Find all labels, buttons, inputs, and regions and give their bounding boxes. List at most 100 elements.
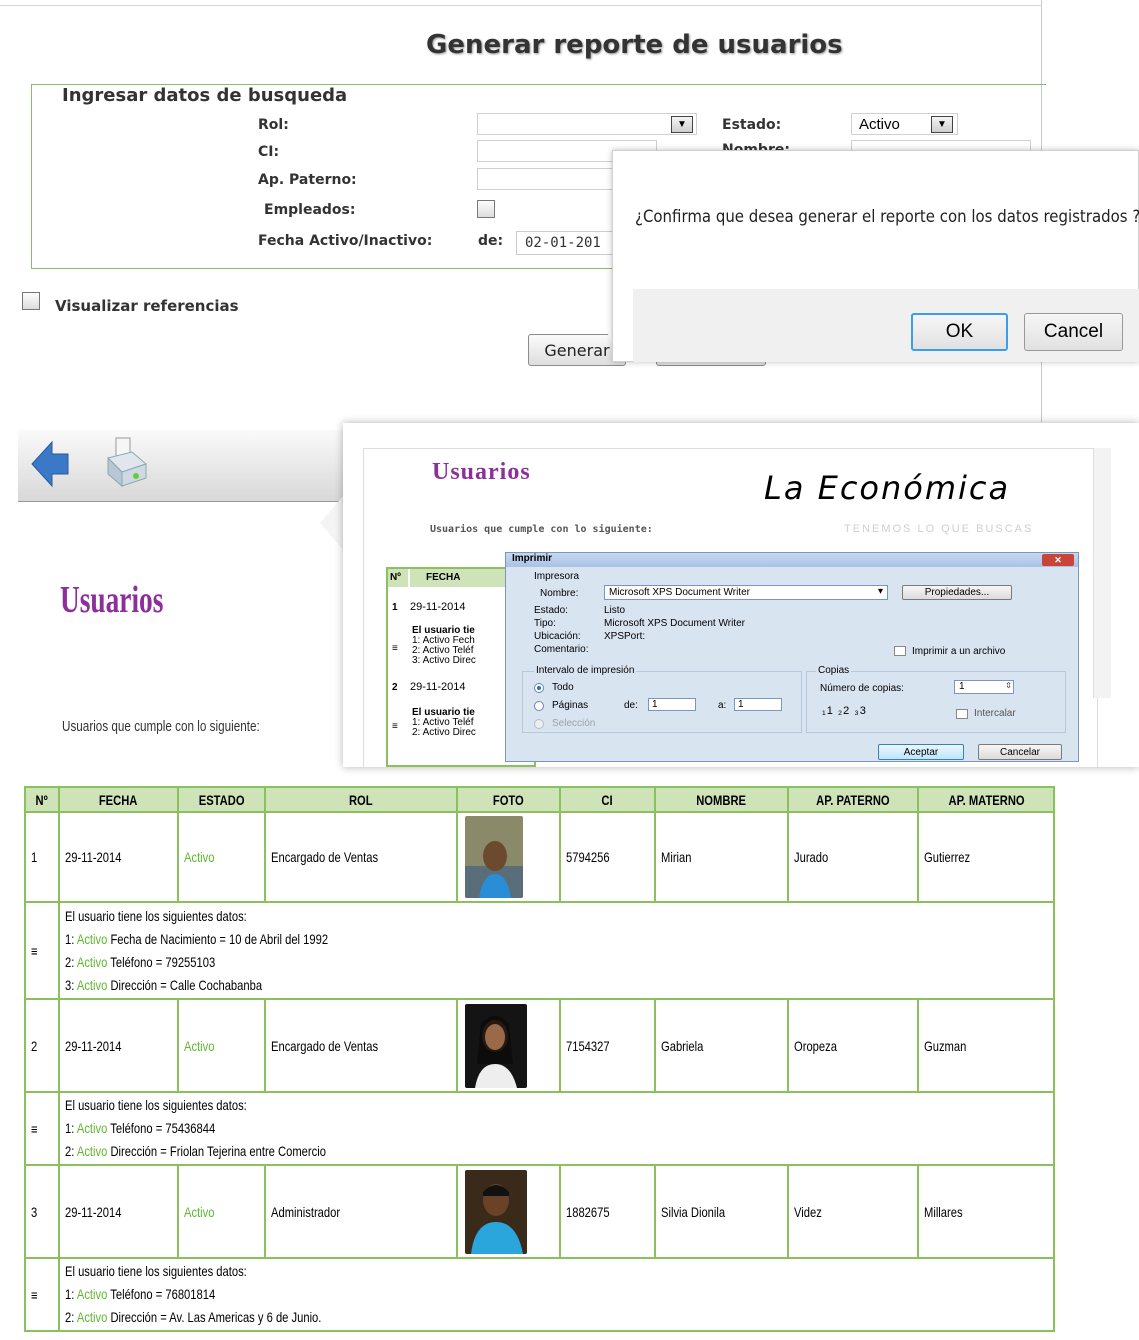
- col-header-paterno: AP. PATERNO: [787, 786, 920, 813]
- state-label: Estado:: [534, 605, 568, 616]
- print-dialog: Imprimir ✕ Impresora Nombre: Microsoft X…: [505, 552, 1079, 762]
- preview-scrollbar[interactable]: [1093, 448, 1111, 698]
- col-header-foto: FOTO: [456, 786, 561, 813]
- table-detail-row: ≡ El usuario tiene los siguientes datos:…: [24, 1257, 1056, 1332]
- ok-button[interactable]: OK: [911, 313, 1008, 351]
- selection-radio[interactable]: [534, 719, 544, 729]
- detail-line: 3: Activo Dirección = Calle Cochabanba: [64, 976, 262, 993]
- location-value: XPSPort:: [604, 631, 646, 642]
- preview-pointer: [320, 495, 344, 551]
- printer-icon[interactable]: [102, 434, 150, 492]
- report-subtitle: Usuarios que cumple con lo siguiente:: [62, 718, 260, 735]
- ci-label: CI:: [258, 144, 280, 160]
- printer-name-label: Nombre:: [540, 588, 579, 599]
- empleados-label: Empleados:: [264, 202, 356, 218]
- cell-materno: Gutierrez: [917, 811, 1055, 903]
- table-row: 2 29-11-2014 Activo Encargado de Ventas …: [24, 998, 1055, 1093]
- close-icon[interactable]: ✕: [1042, 554, 1074, 566]
- pages-radio[interactable]: [534, 701, 544, 711]
- chevron-down-icon: ▾: [877, 586, 883, 597]
- cell-nombre: Mirian: [653, 811, 790, 903]
- state-value: Listo: [604, 605, 626, 616]
- search-legend: Ingresar datos de busqueda: [56, 85, 354, 106]
- range-group-label: Intervalo de impresión: [534, 665, 637, 676]
- printer-name-select[interactable]: Microsoft XPS Document Writer ▾: [604, 585, 888, 600]
- print-cancel-button[interactable]: Cancelar: [978, 744, 1062, 760]
- detail-line: 1: Activo Teléfono = 76801814: [64, 1286, 216, 1302]
- fecha-desde-input[interactable]: 02-01-201: [516, 231, 616, 255]
- expand-icon[interactable]: ≡: [24, 1091, 60, 1166]
- spinner-icon[interactable]: ⇳: [1005, 681, 1012, 690]
- cell-paterno: Oropeza: [787, 998, 920, 1093]
- cell-foto: [456, 811, 561, 903]
- chevron-down-icon[interactable]: ▼: [671, 116, 693, 133]
- properties-button[interactable]: Propiedades...: [902, 585, 1012, 600]
- all-radio[interactable]: [534, 683, 544, 693]
- cell-fecha: 29-11-2014: [57, 811, 179, 903]
- collate-checkbox[interactable]: [956, 709, 968, 719]
- pages-label: Páginas: [552, 700, 589, 711]
- cell-n: 1: [24, 811, 60, 903]
- nombre-label: Nombre:: [722, 142, 790, 150]
- table-detail-row: ≡ El usuario tiene los siguientes datos:…: [24, 1091, 1056, 1166]
- type-value: Microsoft XPS Document Writer: [604, 618, 745, 629]
- rol-select[interactable]: ▼: [477, 113, 697, 135]
- cell-materno: Guzman: [917, 998, 1055, 1093]
- selection-label: Selección: [552, 718, 596, 729]
- detail-title: El usuario tiene los siguientes datos:: [64, 1097, 247, 1113]
- pages-to-input[interactable]: 1: [734, 698, 782, 711]
- paterno-label: Ap. Paterno:: [258, 172, 357, 188]
- col-header-n: Nº: [24, 786, 60, 813]
- estado-label: Estado:: [722, 117, 782, 133]
- preview-col-n: Nº: [388, 569, 408, 587]
- cancel-button[interactable]: Cancel: [1024, 313, 1123, 351]
- empleados-checkbox[interactable]: [477, 200, 495, 218]
- print-to-file-checkbox[interactable]: [894, 646, 906, 656]
- back-arrow-icon[interactable]: [30, 438, 72, 490]
- cell-paterno: Jurado: [787, 811, 920, 903]
- brand-logo: La Económica: [764, 469, 1011, 507]
- cell-paterno: Videz: [787, 1164, 920, 1259]
- copies-input[interactable]: 1 ⇳: [954, 680, 1014, 694]
- accept-button[interactable]: Aceptar: [878, 744, 964, 760]
- collate-label: Intercalar: [974, 708, 1016, 719]
- preview-row2-fecha: 29-11-2014: [410, 681, 466, 693]
- print-dialog-title: Imprimir: [512, 553, 553, 564]
- cell-estado: Activo: [176, 1164, 267, 1259]
- estado-select[interactable]: Activo ▼: [851, 113, 958, 135]
- copies-group: [806, 671, 1066, 733]
- preview-row2-expand: ≡: [392, 721, 398, 732]
- cell-rol: Administrador: [264, 1164, 459, 1259]
- type-label: Tipo:: [534, 618, 556, 629]
- preview-row2-n: 2: [392, 682, 398, 693]
- preview-row1-expand: ≡: [392, 643, 398, 654]
- cell-ci: 1882675: [558, 1164, 656, 1259]
- cell-rol: Encargado de Ventas: [264, 811, 459, 903]
- expand-icon[interactable]: ≡: [24, 1257, 60, 1332]
- referencias-checkbox[interactable]: [22, 292, 40, 310]
- detail-line: 2: Activo Teléfono = 79255103: [64, 953, 216, 970]
- detail-line: 1: Activo Fecha de Nacimiento = 10 de Ab…: [64, 930, 328, 947]
- fecha-label: Fecha Activo/Inactivo:: [258, 233, 433, 249]
- col-header-materno: AP. MATERNO: [917, 786, 1055, 813]
- chevron-down-icon[interactable]: ▼: [931, 116, 953, 133]
- table-detail-row: ≡ El usuario tiene los siguientes datos:…: [24, 901, 1056, 1000]
- report-title: Usuarios: [60, 579, 164, 621]
- cell-estado: Activo: [176, 811, 267, 903]
- cell-fecha: 29-11-2014: [57, 998, 179, 1093]
- user-photo-avatar: [465, 1169, 528, 1254]
- cell-estado: Activo: [176, 998, 267, 1093]
- print-to-file-label: Imprimir a un archivo: [912, 646, 1006, 657]
- brand-tagline: TENEMOS LO QUE BUSCAS: [844, 523, 1034, 535]
- detail-title: El usuario tiene los siguientes datos:: [64, 907, 247, 924]
- print-dialog-titlebar: Imprimir ✕: [506, 553, 1078, 567]
- table-header-row: Nº FECHA ESTADO ROL FOTO CI NOMBRE AP. P…: [24, 786, 1055, 813]
- col-header-ci: CI: [558, 786, 656, 813]
- copies-value: 1: [959, 681, 965, 692]
- detail-cell: El usuario tiene los siguientes datos: 1…: [57, 1257, 1056, 1332]
- copies-label: Número de copias:: [820, 683, 904, 694]
- expand-icon[interactable]: ≡: [24, 901, 60, 1000]
- cell-nombre: Gabriela: [653, 998, 790, 1093]
- pages-from-input[interactable]: 1: [648, 698, 696, 711]
- collate-illustration-icon: ₁1 ₂2 ₃3: [822, 705, 867, 717]
